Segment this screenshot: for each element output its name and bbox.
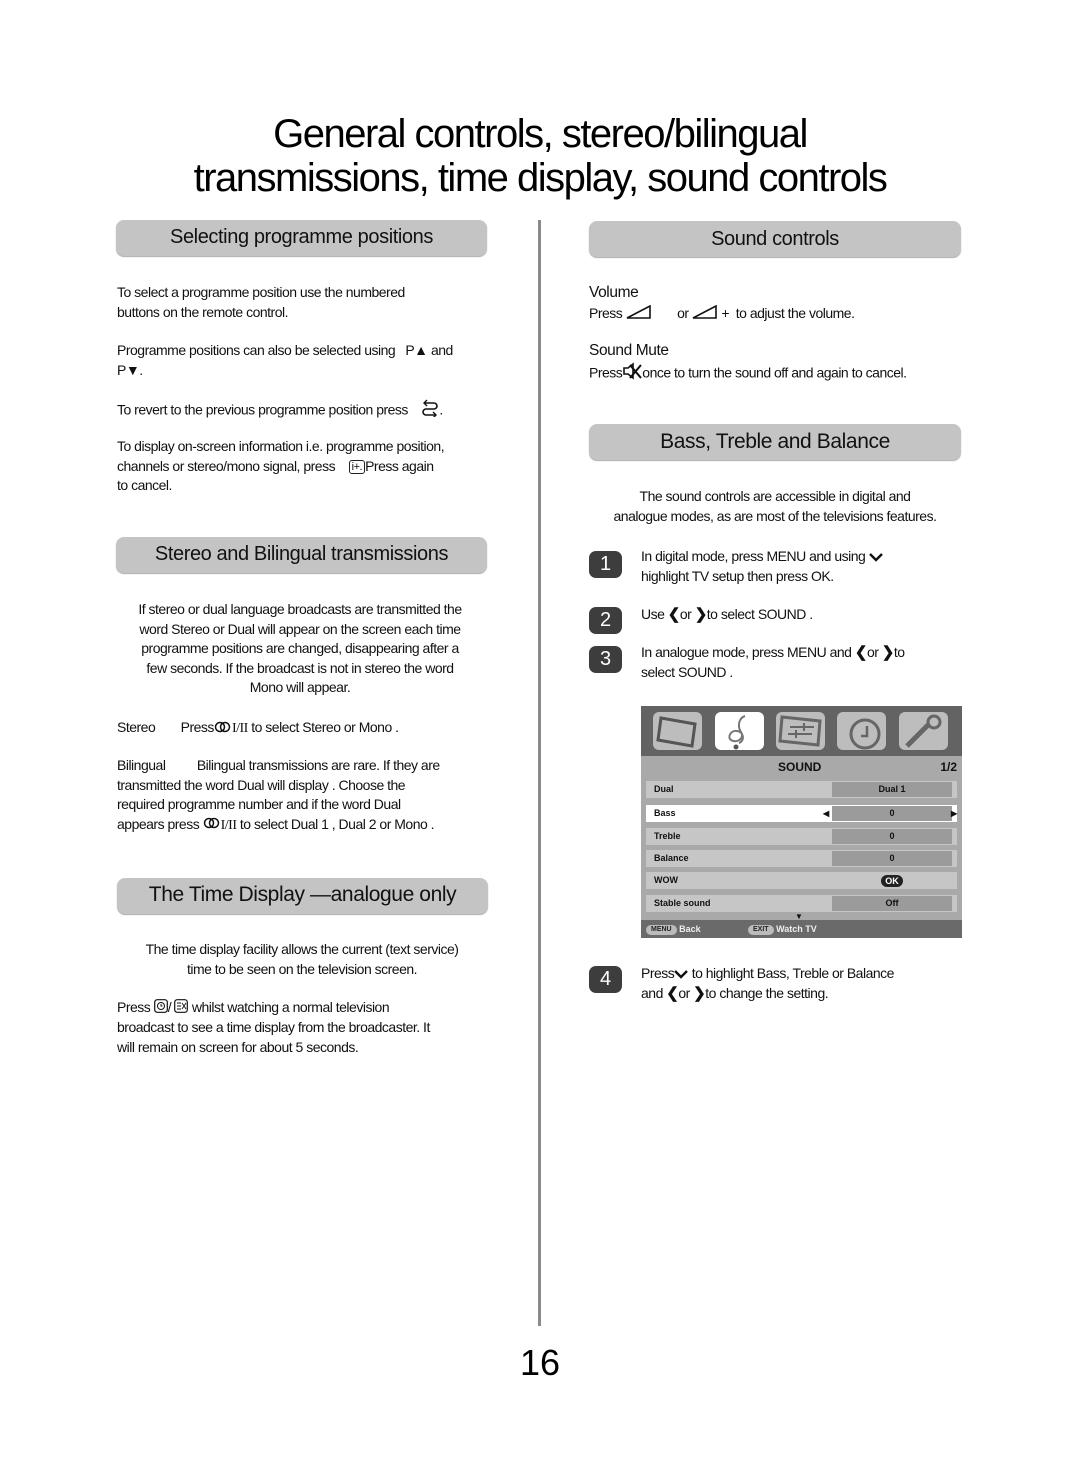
exit-key[interactable]: EXIT [748,924,774,935]
return-icon [421,399,439,423]
right-arrow-icon: ❯ [694,606,708,623]
page-number: 16 [519,1342,561,1383]
volume-down-icon [626,304,652,325]
time-instruction: Press / whilst watching a normal televis… [117,998,430,1055]
step-badge-3: 3 [589,646,622,673]
menu-row-bass[interactable]: Bass ◀ 0 ▶ [646,805,957,822]
page-title-line2: transmissions, time display, sound contr… [193,156,888,200]
menu-page: 1/2 [940,760,957,774]
dual-sound-icon [203,815,221,835]
section-heading-btb: Bass, Treble and Balance [589,424,961,460]
down-arrow-icon [674,965,689,985]
mute-instruction: Press once to turn the sound off and agai… [589,362,969,386]
left-arrow-icon[interactable]: ◀ [823,805,829,822]
selecting-paragraph-4: To display on-screen information i.e. pr… [117,438,445,493]
section-heading-sound: Sound controls [589,221,961,257]
selecting-paragraph-3: To revert to the previous programme posi… [117,399,497,423]
dual-sound-icon [214,719,232,739]
right-arrow-icon[interactable]: ▶ [951,805,957,822]
left-arrow-icon: ❮ [666,985,679,1003]
menu-row-balance[interactable]: Balance 0 [646,850,957,867]
ok-badge[interactable]: OK [881,875,903,887]
left-arrow-icon: ❮ [667,606,681,623]
volume-instruction: Press or + to adjust the volume. [589,304,969,324]
sound-icon[interactable] [715,712,764,750]
page-title: General controls, stereo/bilingual trans… [0,112,1080,200]
timer-icon[interactable] [837,712,886,750]
time-intro: The time display facility allows the cur… [145,941,459,977]
btb-intro: The sound controls are accessible in dig… [613,488,937,524]
right-arrow-icon: ❯ [693,985,706,1003]
exit-key-icon [174,998,189,1019]
stereo-instruction: Stereo Press I/II to select Stereo or Mo… [117,718,497,739]
section-heading-selecting: Selecting programme positions [116,220,487,256]
step-badge-1: 1 [589,551,622,578]
step-badge-2: 2 [589,607,622,634]
info-key-icon: i+. [348,459,366,474]
column-divider [538,220,541,1326]
picture-icon[interactable] [653,712,702,750]
down-arrow-icon [868,548,883,568]
setup-icon[interactable] [899,712,948,750]
menu-row-stable-sound[interactable]: Stable sound Off [646,895,957,912]
menu-footer: MENU Back EXIT Watch TV [641,920,962,938]
right-arrow-icon: ❯ [881,644,895,661]
section-heading-time: The Time Display —analogue only [117,878,488,914]
volume-title: Volume [589,284,639,301]
menu-row-treble[interactable]: Treble 0 [646,828,957,845]
clock-key-icon [153,998,168,1019]
menu-key[interactable]: MENU [646,924,677,935]
left-arrow-icon: ❮ [854,644,868,661]
menu-row-dual[interactable]: Dual Dual 1 [646,781,957,798]
step-4-text: Press to highlight Bass, Treble or Balan… [641,965,894,1003]
page-title-line1: General controls, stereo/bilingual [273,112,808,156]
menu-title: SOUND [778,760,822,774]
stereo-label: Stereo [117,719,156,735]
section-heading-stereo: Stereo and Bilingual transmissions [116,537,487,573]
bilingual-label: Bilingual [117,757,166,773]
step-3-text: In analogue mode, press MENU and ❮or ❯to… [641,644,905,680]
step-2-text: Use ❮or ❯to select SOUND . [641,606,813,623]
p-up-key: P▲ [405,342,428,358]
selecting-paragraph-1: To select a programme position use the n… [117,284,405,320]
step-1-text: In digital mode, press MENU and using hi… [641,547,883,587]
menu-header: SOUND 1/2 [641,756,962,778]
stereo-intro: If stereo or dual language broadcasts ar… [138,601,462,695]
menu-icon-bar [641,706,962,756]
menu-row-wow[interactable]: WOW OK [646,872,957,889]
volume-up-icon [692,304,718,325]
mute-title: Sound Mute [589,342,669,359]
bilingual-instruction: Bilingual Bilingual transmissions are ra… [117,756,497,835]
tv-sound-menu: SOUND 1/2 Dual Dual 1 Bass ◀ 0 ▶ Treble … [641,706,962,938]
step-badge-4: 4 [589,966,622,993]
mute-icon [622,362,643,386]
selecting-paragraph-2: Programme positions can also be selected… [117,342,453,378]
menu-body: SOUND 1/2 Dual Dual 1 Bass ◀ 0 ▶ Treble … [641,756,962,921]
settings-icon[interactable] [776,712,825,750]
p-down-key: P▼. [117,361,143,378]
